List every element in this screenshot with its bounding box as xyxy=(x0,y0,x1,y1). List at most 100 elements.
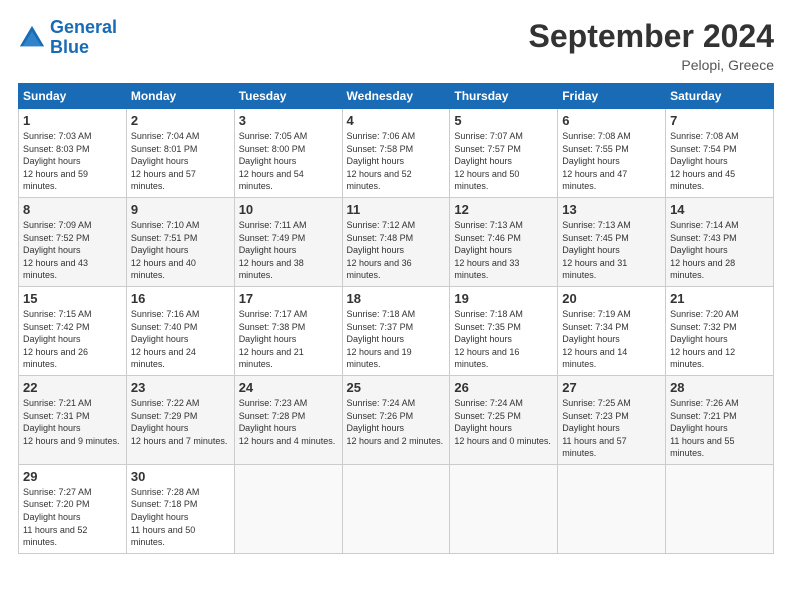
week-row-3: 15 Sunrise: 7:15 AMSunset: 7:42 PMDayligh… xyxy=(19,286,774,375)
day-number: 17 xyxy=(239,291,338,306)
calendar-table: SundayMondayTuesdayWednesdayThursdayFrid… xyxy=(18,83,774,554)
calendar-cell: 16Sunrise: 7:16 AMSunset: 7:40 PMDayligh… xyxy=(126,286,234,375)
day-info: Sunrise: 7:27 AMSunset: 7:20 PMDaylight … xyxy=(23,486,122,549)
calendar-cell xyxy=(342,464,450,553)
month-title: September 2024 xyxy=(529,18,774,55)
day-info: Sunrise: 7:08 AMSunset: 7:55 PMDaylight … xyxy=(562,130,661,193)
day-number: 6 xyxy=(562,113,661,128)
day-number: 9 xyxy=(131,202,230,217)
calendar-cell: 8Sunrise: 7:09 AMSunset: 7:52 PMDaylight… xyxy=(19,197,127,286)
day-info: Sunrise: 7:09 AMSunset: 7:52 PMDaylight … xyxy=(23,219,122,282)
day-number: 26 xyxy=(454,380,553,395)
day-info: Sunrise: 7:15 AMSunset: 7:42 PMDaylight … xyxy=(23,308,122,371)
day-header-sunday: Sunday xyxy=(19,84,127,109)
calendar-cell: 25 Sunrise: 7:24 AMSunset: 7:26 PMDayligh… xyxy=(342,375,450,464)
day-info: Sunrise: 7:21 AMSunset: 7:31 PMDaylight … xyxy=(23,397,122,447)
day-info: Sunrise: 7:24 AMSunset: 7:26 PMDaylight … xyxy=(347,397,446,447)
location: Pelopi, Greece xyxy=(529,57,774,73)
day-number: 14 xyxy=(670,202,769,217)
logo-general: General xyxy=(50,17,117,37)
day-info: Sunrise: 7:17 AMSunset: 7:38 PMDaylight … xyxy=(239,308,338,371)
day-header-thursday: Thursday xyxy=(450,84,558,109)
day-number: 2 xyxy=(131,113,230,128)
calendar-cell: 20 Sunrise: 7:19 AMSunset: 7:34 PMDayligh… xyxy=(558,286,666,375)
day-number: 13 xyxy=(562,202,661,217)
day-number: 23 xyxy=(131,380,230,395)
day-header-monday: Monday xyxy=(126,84,234,109)
week-row-1: 1 Sunrise: 7:03 AMSunset: 8:03 PMDaylight… xyxy=(19,109,774,198)
day-info: Sunrise: 7:13 AMSunset: 7:45 PMDaylight … xyxy=(562,219,661,282)
calendar-cell: 11Sunrise: 7:12 AMSunset: 7:48 PMDayligh… xyxy=(342,197,450,286)
calendar-cell: 14 Sunrise: 7:14 AMSunset: 7:43 PMDayligh… xyxy=(666,197,774,286)
day-info: Sunrise: 7:26 AMSunset: 7:21 PMDaylight … xyxy=(670,397,769,460)
calendar-cell xyxy=(450,464,558,553)
day-number: 15 xyxy=(23,291,122,306)
day-number: 29 xyxy=(23,469,122,484)
day-info: Sunrise: 7:04 AMSunset: 8:01 PMDaylight … xyxy=(131,130,230,193)
calendar-cell: 27 Sunrise: 7:25 AMSunset: 7:23 PMDayligh… xyxy=(558,375,666,464)
day-number: 16 xyxy=(131,291,230,306)
calendar-cell: 30 Sunrise: 7:28 AMSunset: 7:18 PMDayligh… xyxy=(126,464,234,553)
header-row: SundayMondayTuesdayWednesdayThursdayFrid… xyxy=(19,84,774,109)
day-header-tuesday: Tuesday xyxy=(234,84,342,109)
calendar-cell xyxy=(666,464,774,553)
day-info: Sunrise: 7:24 AMSunset: 7:25 PMDaylight … xyxy=(454,397,553,447)
day-number: 24 xyxy=(239,380,338,395)
calendar-cell xyxy=(558,464,666,553)
calendar-cell: 23 Sunrise: 7:22 AMSunset: 7:29 PMDayligh… xyxy=(126,375,234,464)
day-number: 20 xyxy=(562,291,661,306)
calendar-cell: 4 Sunrise: 7:06 AMSunset: 7:58 PMDaylight… xyxy=(342,109,450,198)
day-header-saturday: Saturday xyxy=(666,84,774,109)
calendar-cell: 24Sunrise: 7:23 AMSunset: 7:28 PMDayligh… xyxy=(234,375,342,464)
day-number: 7 xyxy=(670,113,769,128)
day-info: Sunrise: 7:20 AMSunset: 7:32 PMDaylight … xyxy=(670,308,769,371)
day-info: Sunrise: 7:25 AMSunset: 7:23 PMDaylight … xyxy=(562,397,661,460)
day-number: 11 xyxy=(347,202,446,217)
week-row-2: 8Sunrise: 7:09 AMSunset: 7:52 PMDaylight… xyxy=(19,197,774,286)
calendar-cell: 2 Sunrise: 7:04 AMSunset: 8:01 PMDaylight… xyxy=(126,109,234,198)
week-row-4: 22 Sunrise: 7:21 AMSunset: 7:31 PMDayligh… xyxy=(19,375,774,464)
calendar-cell: 26 Sunrise: 7:24 AMSunset: 7:25 PMDayligh… xyxy=(450,375,558,464)
calendar-cell: 22 Sunrise: 7:21 AMSunset: 7:31 PMDayligh… xyxy=(19,375,127,464)
calendar-cell: 21Sunrise: 7:20 AMSunset: 7:32 PMDayligh… xyxy=(666,286,774,375)
logo-text: General Blue xyxy=(50,18,117,58)
page: General Blue September 2024 Pelopi, Gree… xyxy=(0,0,792,612)
calendar-cell: 13 Sunrise: 7:13 AMSunset: 7:45 PMDayligh… xyxy=(558,197,666,286)
calendar-cell: 1 Sunrise: 7:03 AMSunset: 8:03 PMDaylight… xyxy=(19,109,127,198)
day-info: Sunrise: 7:18 AMSunset: 7:37 PMDaylight … xyxy=(347,308,446,371)
day-info: Sunrise: 7:19 AMSunset: 7:34 PMDaylight … xyxy=(562,308,661,371)
day-number: 3 xyxy=(239,113,338,128)
calendar-cell xyxy=(234,464,342,553)
calendar-cell: 12Sunrise: 7:13 AMSunset: 7:46 PMDayligh… xyxy=(450,197,558,286)
day-number: 10 xyxy=(239,202,338,217)
title-block: September 2024 Pelopi, Greece xyxy=(529,18,774,73)
day-number: 27 xyxy=(562,380,661,395)
day-number: 30 xyxy=(131,469,230,484)
day-info: Sunrise: 7:11 AMSunset: 7:49 PMDaylight … xyxy=(239,219,338,282)
day-info: Sunrise: 7:14 AMSunset: 7:43 PMDaylight … xyxy=(670,219,769,282)
day-info: Sunrise: 7:08 AMSunset: 7:54 PMDaylight … xyxy=(670,130,769,193)
day-info: Sunrise: 7:18 AMSunset: 7:35 PMDaylight … xyxy=(454,308,553,371)
day-number: 1 xyxy=(23,113,122,128)
header: General Blue September 2024 Pelopi, Gree… xyxy=(18,18,774,73)
calendar-cell: 17 Sunrise: 7:17 AMSunset: 7:38 PMDayligh… xyxy=(234,286,342,375)
day-info: Sunrise: 7:28 AMSunset: 7:18 PMDaylight … xyxy=(131,486,230,549)
calendar-cell: 10 Sunrise: 7:11 AMSunset: 7:49 PMDayligh… xyxy=(234,197,342,286)
calendar-cell: 3 Sunrise: 7:05 AMSunset: 8:00 PMDaylight… xyxy=(234,109,342,198)
day-number: 12 xyxy=(454,202,553,217)
day-number: 25 xyxy=(347,380,446,395)
day-number: 18 xyxy=(347,291,446,306)
day-info: Sunrise: 7:03 AMSunset: 8:03 PMDaylight … xyxy=(23,130,122,193)
calendar-cell: 28 Sunrise: 7:26 AMSunset: 7:21 PMDayligh… xyxy=(666,375,774,464)
day-number: 22 xyxy=(23,380,122,395)
calendar-cell: 15 Sunrise: 7:15 AMSunset: 7:42 PMDayligh… xyxy=(19,286,127,375)
day-info: Sunrise: 7:22 AMSunset: 7:29 PMDaylight … xyxy=(131,397,230,447)
day-info: Sunrise: 7:05 AMSunset: 8:00 PMDaylight … xyxy=(239,130,338,193)
day-header-friday: Friday xyxy=(558,84,666,109)
day-number: 4 xyxy=(347,113,446,128)
day-info: Sunrise: 7:06 AMSunset: 7:58 PMDaylight … xyxy=(347,130,446,193)
calendar-cell: 7 Sunrise: 7:08 AMSunset: 7:54 PMDaylight… xyxy=(666,109,774,198)
day-number: 28 xyxy=(670,380,769,395)
day-number: 5 xyxy=(454,113,553,128)
logo-blue: Blue xyxy=(50,37,89,57)
